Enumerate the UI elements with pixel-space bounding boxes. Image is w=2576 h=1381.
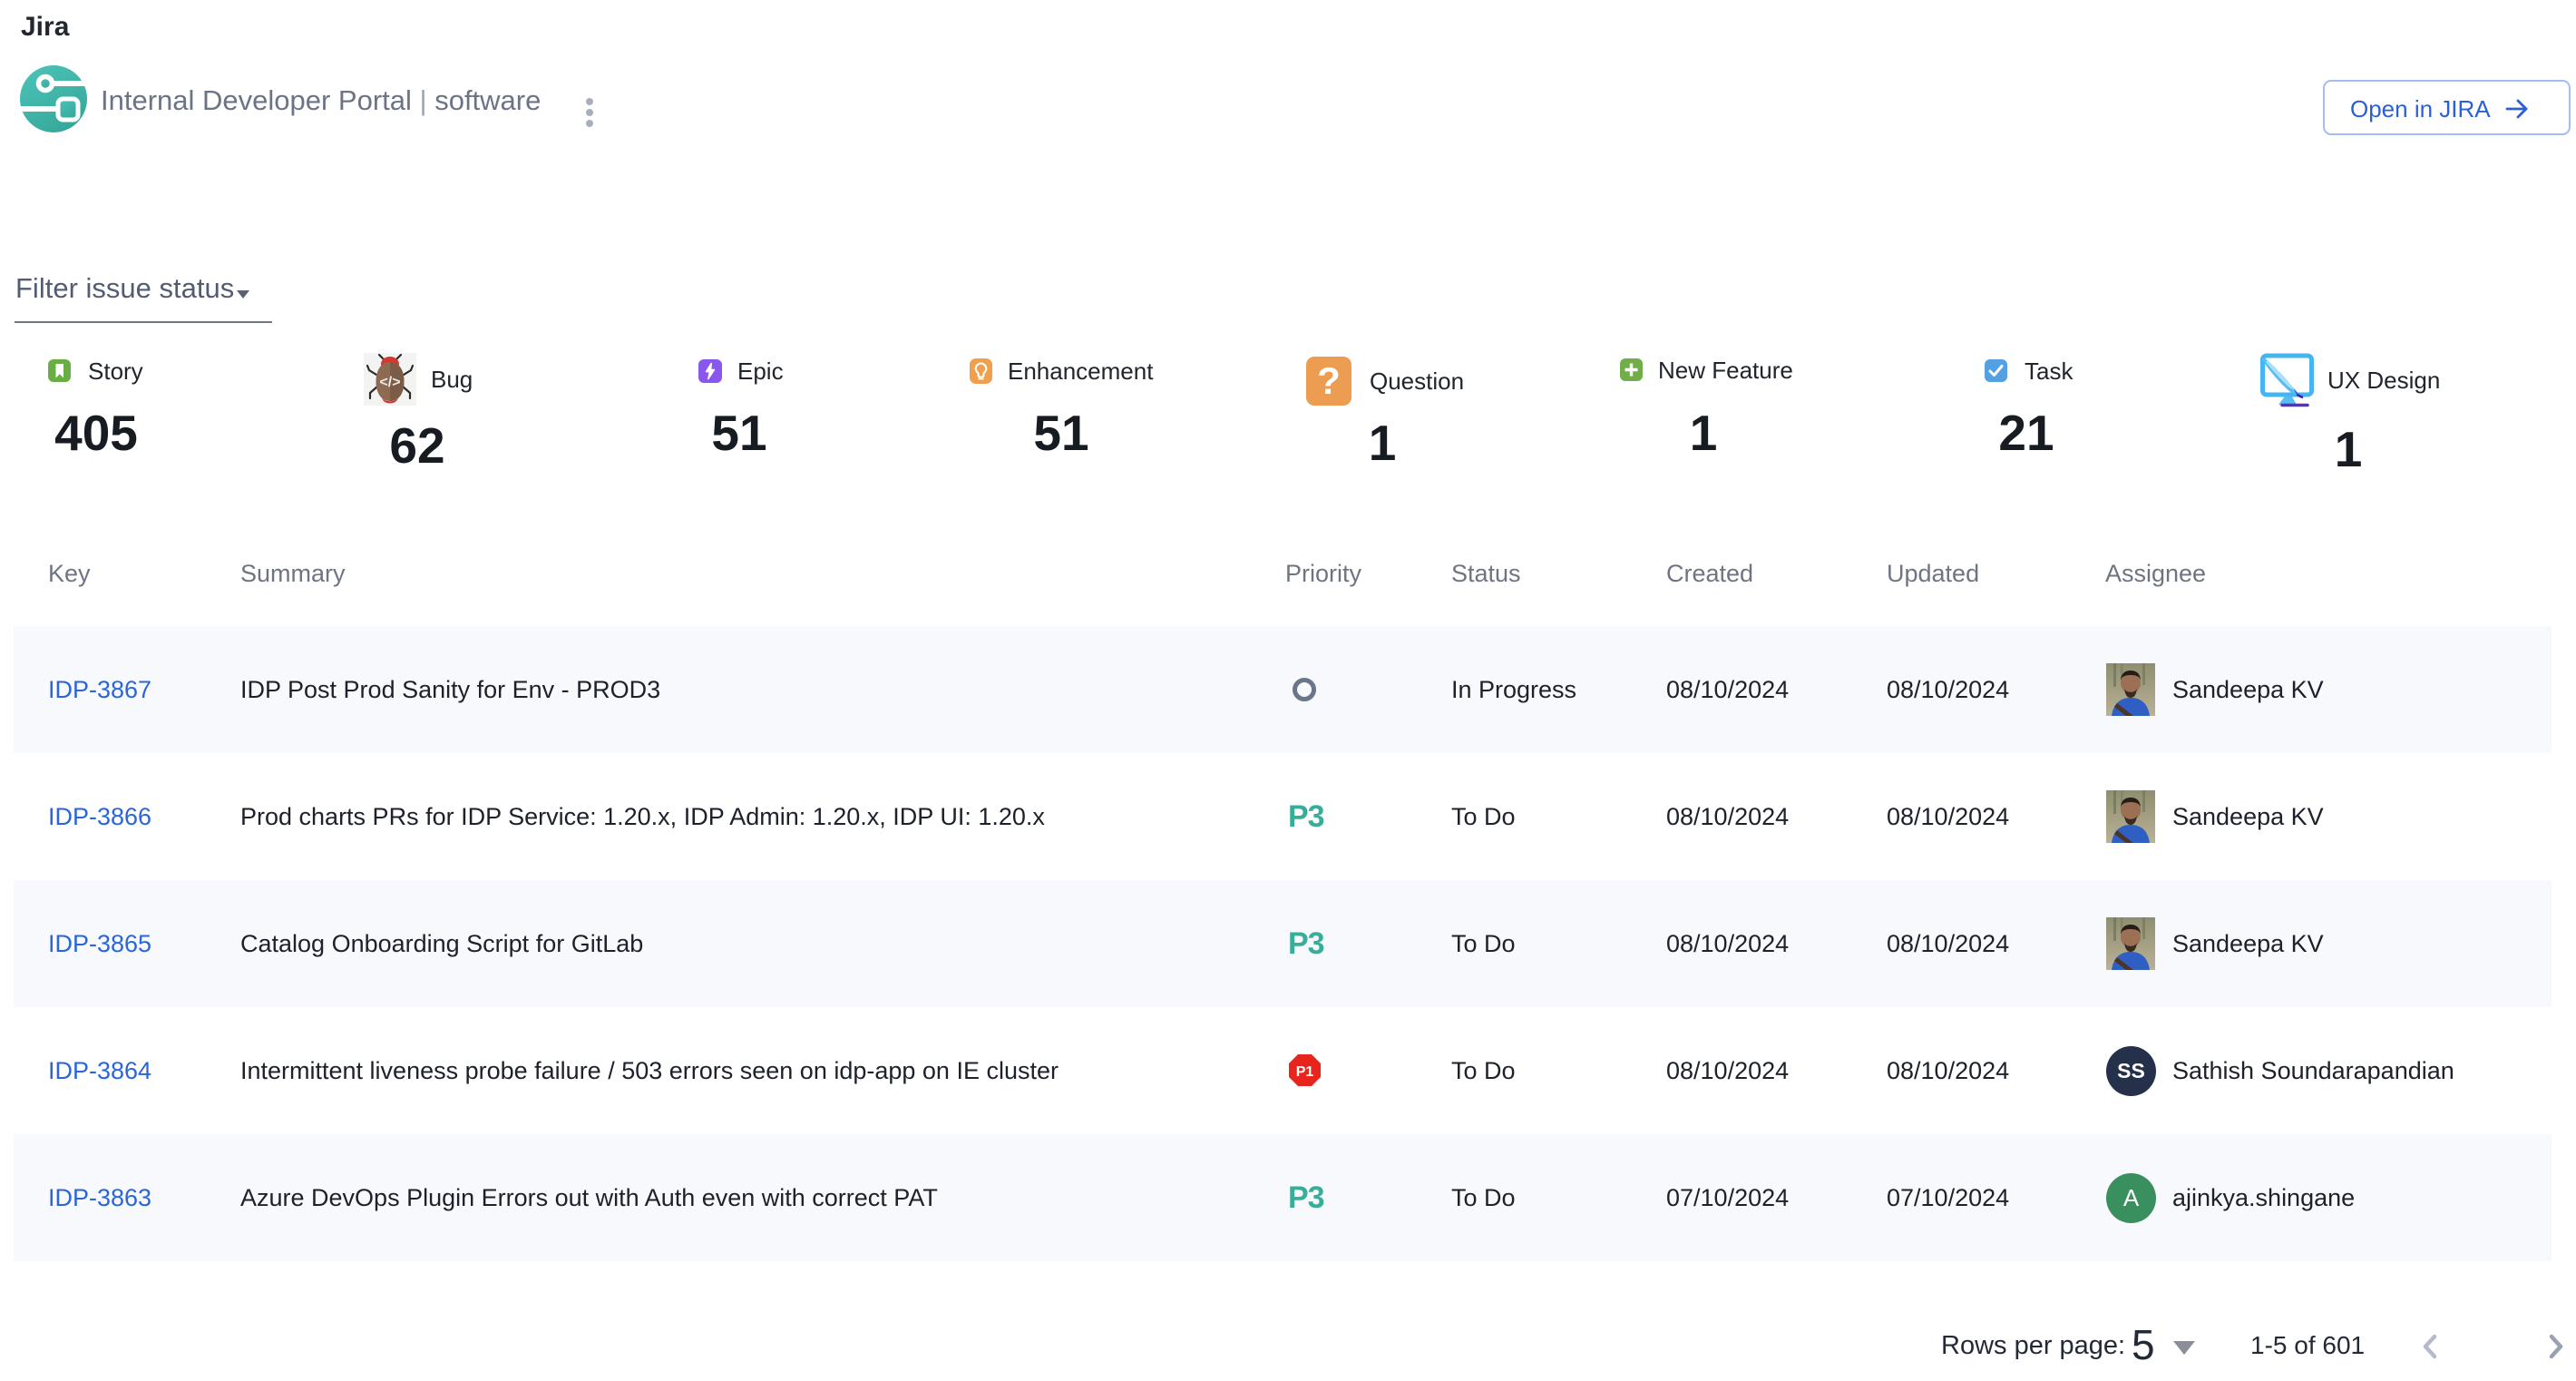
svg-text:</>: </> bbox=[379, 375, 400, 390]
svg-text:P1: P1 bbox=[1296, 1064, 1314, 1080]
